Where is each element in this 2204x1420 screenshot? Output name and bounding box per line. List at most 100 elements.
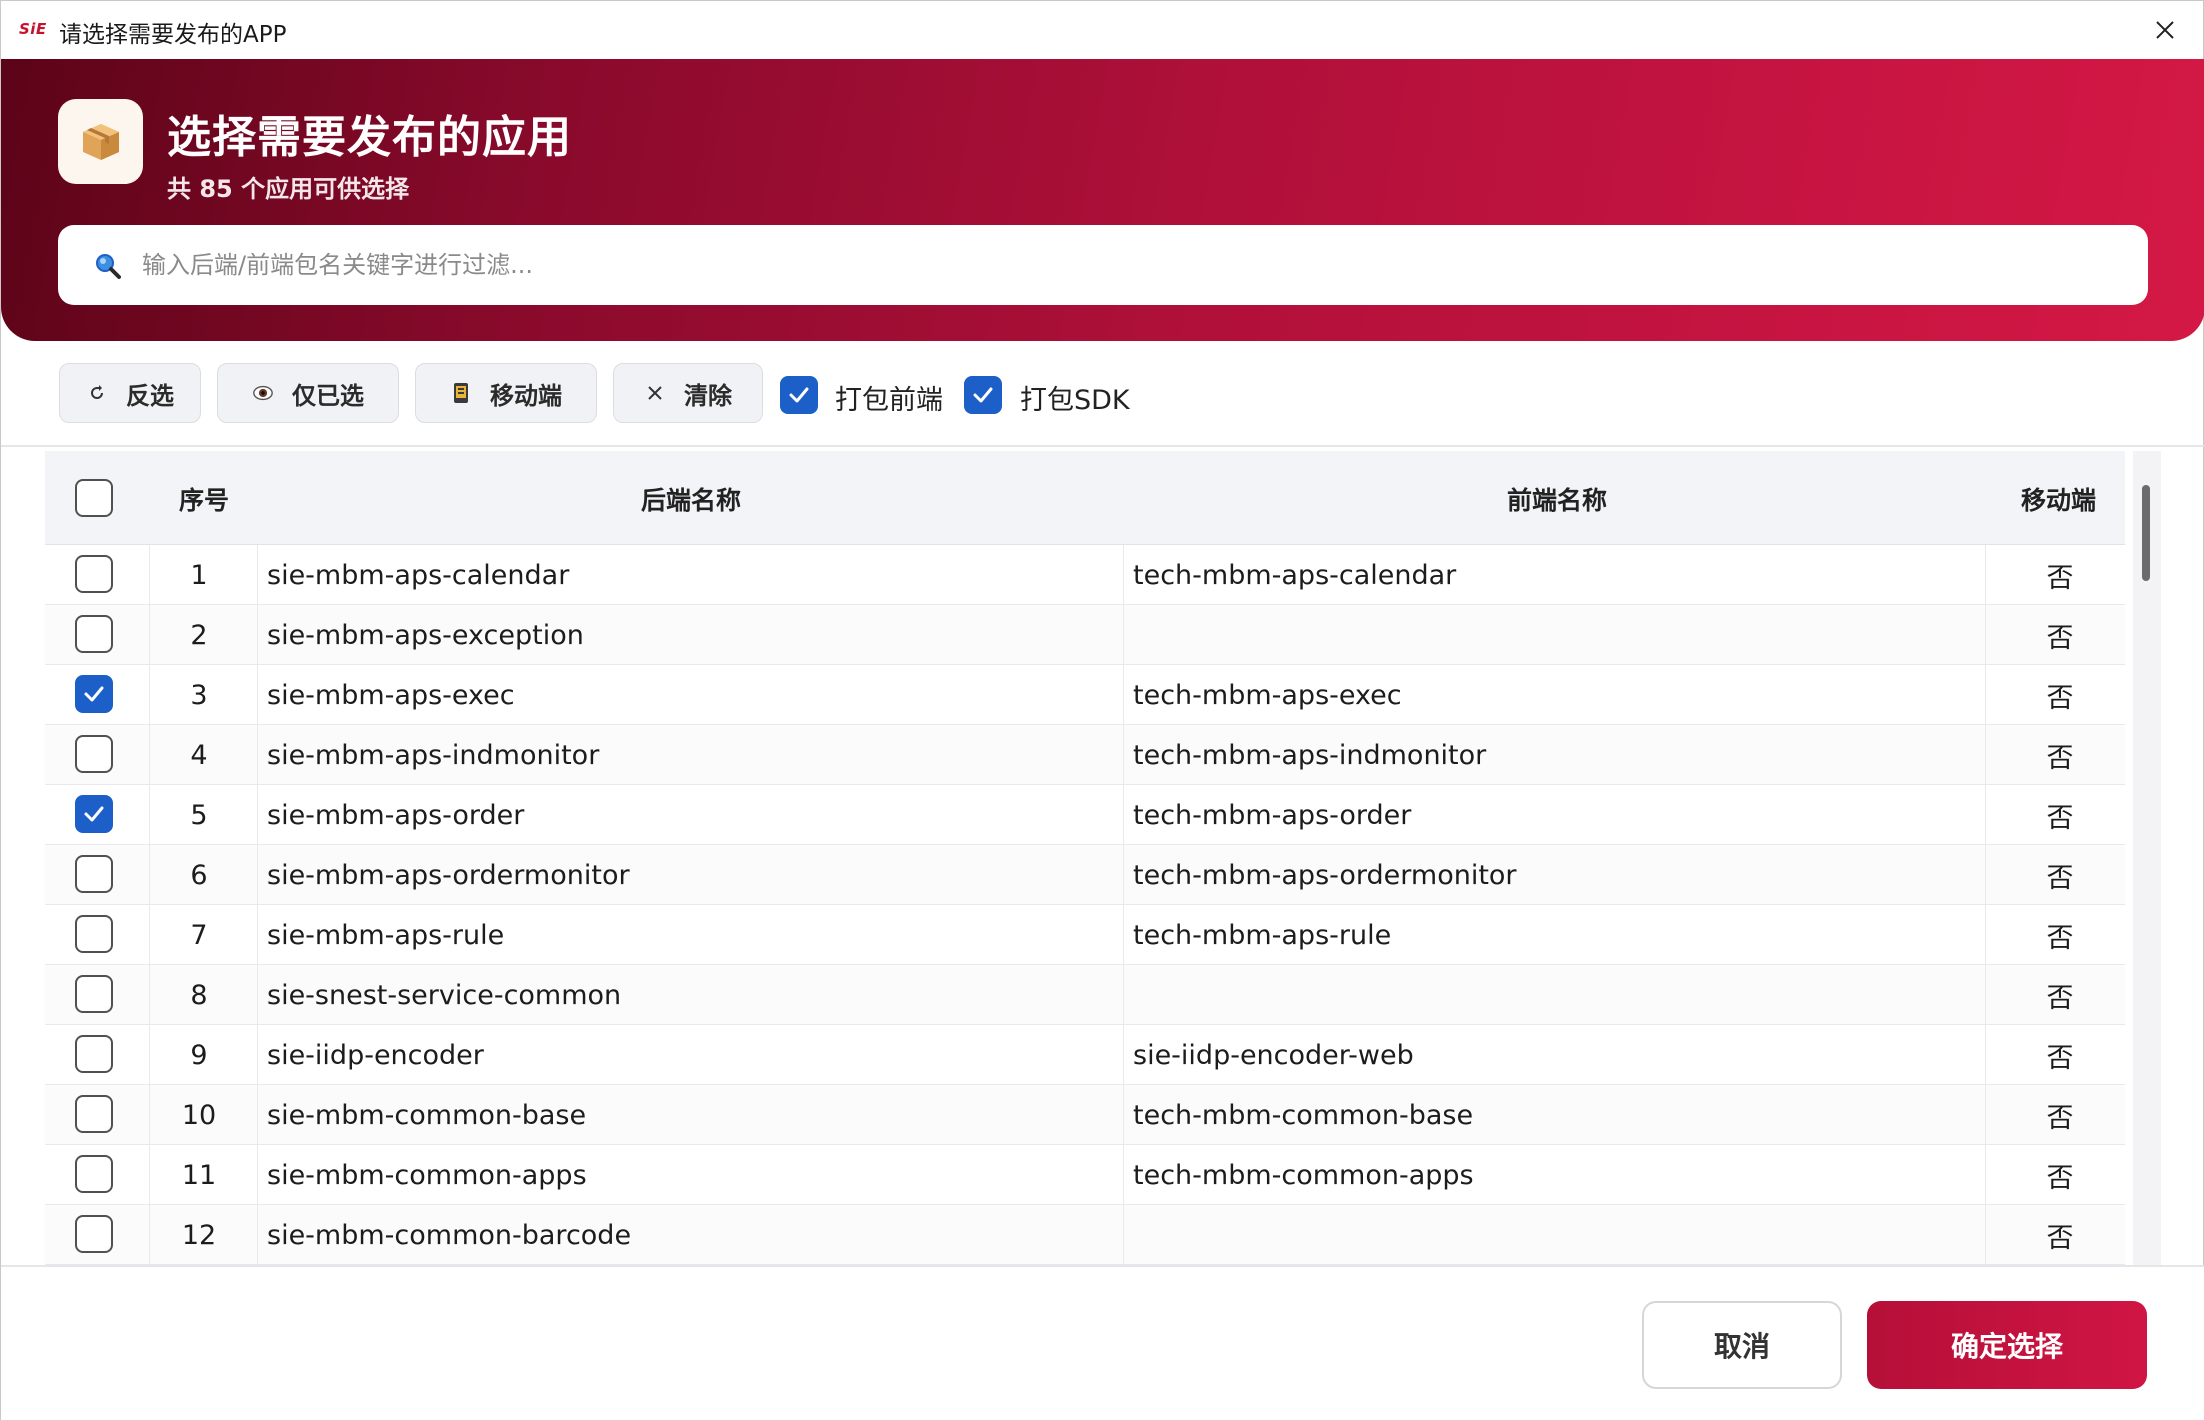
table-scrollbar[interactable] [2133,451,2161,1265]
row-backend-name: sie-mbm-aps-order [267,799,525,831]
table-row[interactable]: 7 sie-mbm-aps-rule tech-mbm-aps-rule 否 [45,905,2125,965]
row-mobile: 否 [2046,562,2074,594]
table-row[interactable]: 10 sie-mbm-common-base tech-mbm-common-bas… [45,1085,2125,1145]
table-header: 序号 后端名称 前端名称 移动端 [45,451,2125,545]
table-row[interactable]: 2 sie-mbm-aps-exception 否 [45,605,2125,665]
row-backend-name: sie-mbm-common-barcode [267,1219,632,1251]
row-index: 10 [181,1099,217,1131]
row-checkbox[interactable] [75,1095,113,1133]
row-frontend-name: tech-mbm-common-base [1133,1099,1474,1131]
row-mobile: 否 [2046,802,2074,834]
row-checkbox[interactable] [75,855,113,893]
checkmark-icon [84,686,104,702]
row-backend-name: sie-mbm-common-base [267,1099,587,1131]
header-index: 序号 [179,486,230,515]
row-index: 3 [190,679,208,711]
row-mobile: 否 [2046,742,2074,774]
row-index: 9 [190,1039,208,1071]
row-mobile: 否 [2046,862,2074,894]
mobile-phone-icon [450,382,472,404]
row-mobile: 否 [2046,982,2074,1014]
row-mobile: 否 [2046,922,2074,954]
row-index: 5 [190,799,208,831]
invert-selection-label: 反选 [126,381,174,410]
eye-icon [252,382,274,404]
checkmark-icon [973,387,993,403]
only-selected-label: 仅已选 [292,381,364,410]
header-frontend-name: 前端名称 [1507,486,1608,515]
row-backend-name: sie-mbm-aps-calendar [267,559,570,591]
table-row[interactable]: 9 sie-iidp-encoder sie-iidp-encoder-web 否 [45,1025,2125,1085]
row-checkbox[interactable] [75,1155,113,1193]
row-frontend-name: tech-mbm-aps-rule [1133,919,1392,951]
row-index: 7 [190,919,208,951]
confirm-selection-button[interactable]: 确定选择 [1867,1301,2147,1389]
checkmark-icon [84,806,104,822]
close-icon [2156,21,2174,39]
table-row[interactable]: 11 sie-mbm-common-apps tech-mbm-common-app… [45,1145,2125,1205]
clear-label: 清除 [684,381,732,410]
row-checkbox[interactable] [75,795,113,833]
mobile-filter-button[interactable]: 移动端 [415,363,597,423]
pack-sdk-label: 打包SDK [1020,385,1130,416]
header-backend-name: 后端名称 [641,486,742,515]
row-checkbox[interactable] [75,555,113,593]
dialog-footer: 取消 确定选择 [1,1265,2204,1420]
table-row[interactable]: 6 sie-mbm-aps-ordermonitor tech-mbm-aps-or… [45,845,2125,905]
scrollbar-thumb[interactable] [2142,485,2150,581]
row-frontend-name: tech-mbm-aps-calendar [1133,559,1457,591]
row-checkbox[interactable] [75,915,113,953]
dialog-window: SiE 请选择需要发布的APP 选择需要发布的应用 共 85 个应用可供选择 输… [0,0,2204,1420]
table-row[interactable]: 5 sie-mbm-aps-order tech-mbm-aps-order 否 [45,785,2125,845]
mobile-filter-label: 移动端 [490,381,562,410]
row-index: 6 [190,859,208,891]
row-checkbox[interactable] [75,1035,113,1073]
row-mobile: 否 [2046,1102,2074,1134]
row-backend-name: sie-mbm-aps-exec [267,679,515,711]
invert-selection-button[interactable]: 反选 [59,363,201,423]
x-icon [644,382,666,404]
close-button[interactable] [2145,11,2185,49]
title-bar: SiE 请选择需要发布的APP [1,1,2203,59]
row-index: 1 [190,559,208,591]
row-checkbox[interactable] [75,735,113,773]
search-input[interactable] [142,241,2102,289]
header-mobile: 移动端 [2021,486,2097,515]
page-title: 选择需要发布的应用 [167,112,572,163]
pack-frontend-label: 打包前端 [835,385,943,416]
select-all-checkbox[interactable] [75,479,113,517]
clear-button[interactable]: 清除 [613,363,763,423]
only-selected-button[interactable]: 仅已选 [217,363,399,423]
header-banner: 选择需要发布的应用 共 85 个应用可供选择 [1,59,2204,341]
row-checkbox[interactable] [75,675,113,713]
window-title: 请选择需要发布的APP [59,22,287,48]
pack-frontend-checkbox[interactable] [780,376,818,414]
row-checkbox[interactable] [75,615,113,653]
row-mobile: 否 [2046,1162,2074,1194]
row-index: 11 [181,1159,217,1191]
row-mobile: 否 [2046,682,2074,714]
row-index: 12 [181,1219,217,1251]
table-row[interactable]: 12 sie-mbm-common-barcode 否 [45,1205,2125,1265]
table-row[interactable]: 3 sie-mbm-aps-exec tech-mbm-aps-exec 否 [45,665,2125,725]
app-table: 序号 后端名称 前端名称 移动端 1 sie-mbm-aps-calendar te… [45,451,2165,1265]
row-checkbox[interactable] [75,1215,113,1253]
row-mobile: 否 [2046,1222,2074,1254]
app-count-subtitle: 共 85 个应用可供选择 [167,175,410,203]
checkmark-icon [789,387,809,403]
table-row[interactable]: 8 sie-snest-service-common 否 [45,965,2125,1025]
table-row[interactable]: 4 sie-mbm-aps-indmonitor tech-mbm-aps-indm… [45,725,2125,785]
cancel-button[interactable]: 取消 [1642,1301,1842,1389]
row-frontend-name: tech-mbm-aps-order [1133,799,1412,831]
row-backend-name: sie-mbm-common-apps [267,1159,587,1191]
table-row[interactable]: 1 sie-mbm-aps-calendar tech-mbm-aps-calend… [45,545,2125,605]
app-logo: SiE [19,20,47,38]
row-backend-name: sie-mbm-aps-ordermonitor [267,859,630,891]
pack-sdk-checkbox[interactable] [964,376,1002,414]
row-index: 2 [190,619,208,651]
row-backend-name: sie-mbm-aps-exception [267,619,584,651]
row-frontend-name [1133,605,1993,665]
row-checkbox[interactable] [75,975,113,1013]
search-box [58,225,2148,305]
package-box-icon [58,99,143,184]
